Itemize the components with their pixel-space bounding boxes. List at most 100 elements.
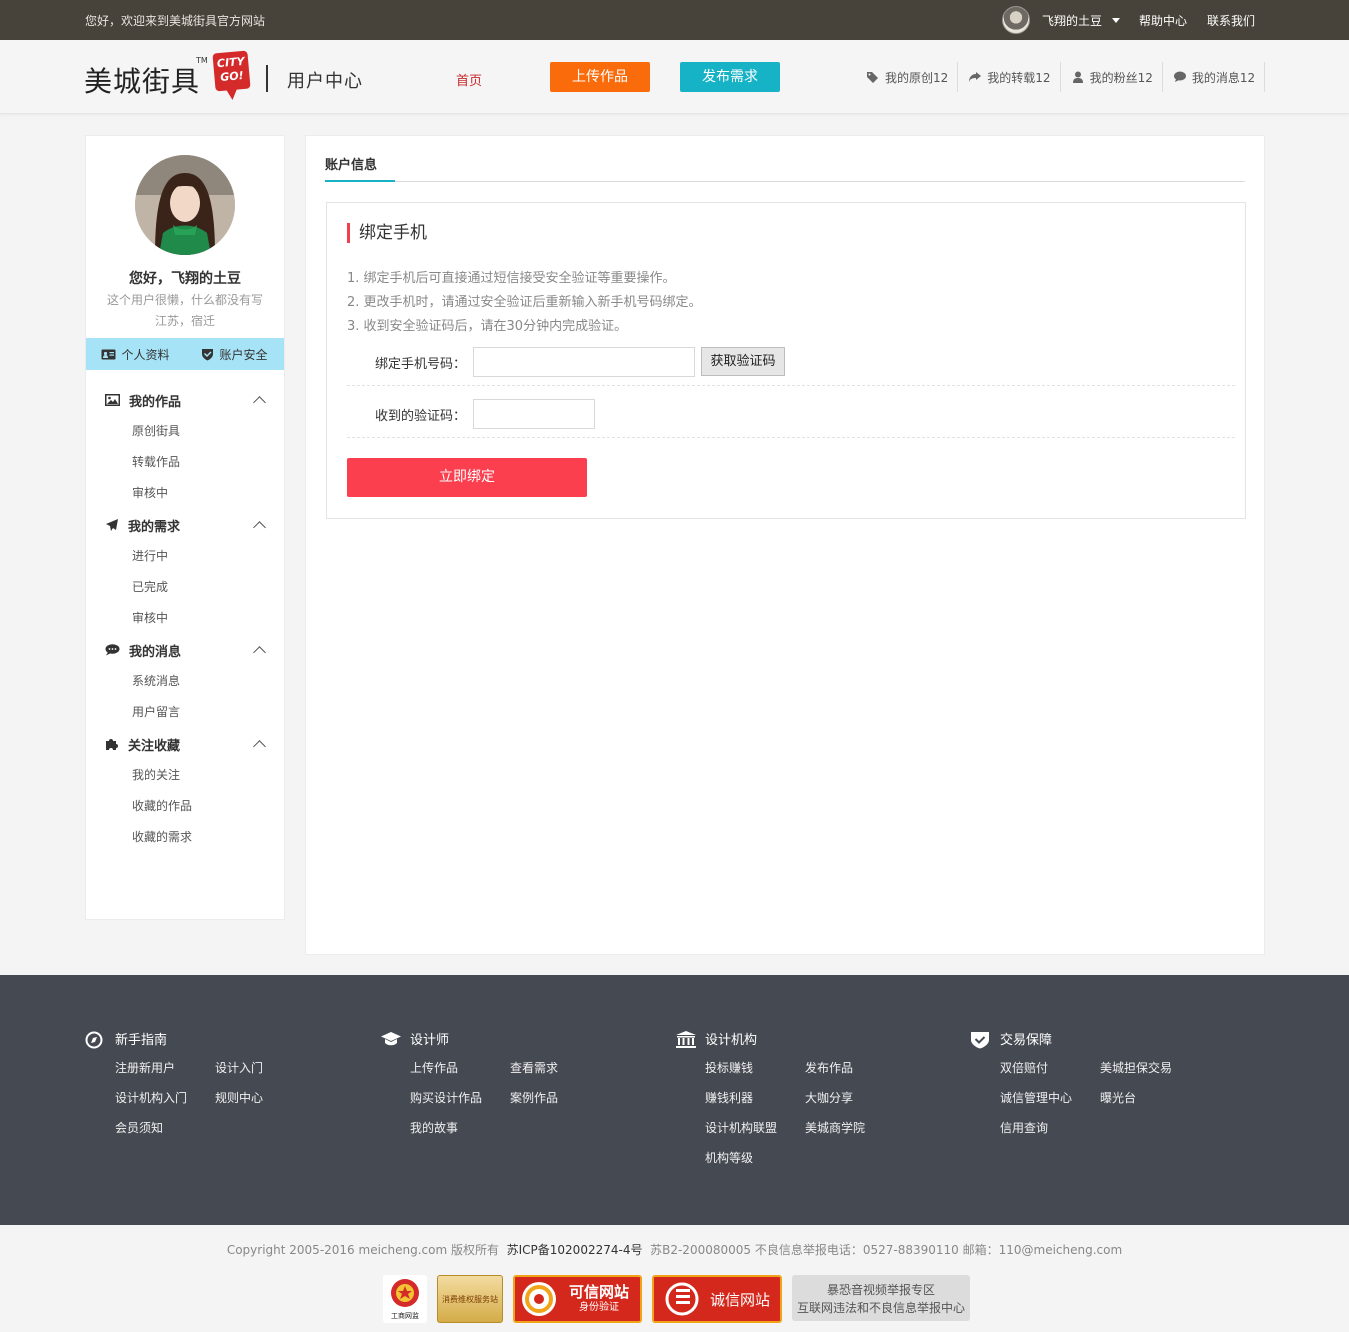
tab-account-info[interactable]: 账户信息 bbox=[325, 154, 377, 173]
send-icon bbox=[106, 519, 118, 531]
copyright-text: Copyright 2005-2016 meicheng.com 版权所有 bbox=[226, 1243, 499, 1257]
chevron-up-icon[interactable] bbox=[253, 521, 266, 534]
graduation-cap-icon bbox=[381, 1032, 401, 1046]
footer-link[interactable]: 赚钱利器 bbox=[705, 1089, 805, 1107]
footer-col-guide-title: 新手指南 bbox=[115, 1033, 168, 1048]
sidebar-group-favorites[interactable]: 关注收藏 bbox=[86, 728, 284, 760]
sidebar-group-demands[interactable]: 我的需求 bbox=[86, 509, 284, 541]
footer-link[interactable]: 案例作品 bbox=[510, 1089, 610, 1107]
tab-security-label: 账户安全 bbox=[219, 347, 268, 362]
chevron-up-icon[interactable] bbox=[253, 646, 266, 659]
footer-link[interactable]: 曝光台 bbox=[1100, 1089, 1200, 1107]
footer-link[interactable]: 双倍赔付 bbox=[1000, 1059, 1100, 1077]
footer-link[interactable]: 美城担保交易 bbox=[1100, 1059, 1200, 1077]
bind-phone-title: 绑定手机 bbox=[347, 223, 427, 243]
sidebar-item-fav-works[interactable]: 收藏的作品 bbox=[86, 791, 284, 822]
footer-link[interactable]: 会员须知 bbox=[115, 1119, 215, 1137]
report-line2: 互联网违法和不良信息举报中心 bbox=[796, 1301, 965, 1315]
stat-messages[interactable]: 我的消息12 bbox=[1163, 62, 1266, 92]
sidebar-group-works[interactable]: 我的作品 bbox=[86, 384, 284, 416]
shield-icon bbox=[202, 348, 214, 360]
footer-link[interactable]: 我的故事 bbox=[410, 1119, 510, 1137]
footer-link[interactable]: 诚信管理中心 bbox=[1000, 1089, 1100, 1107]
sidebar-item-in-progress[interactable]: 进行中 bbox=[86, 541, 284, 572]
sidebar: 您好，飞翔的土豆 这个用户很懒，什么都没有写 江苏，宿迁 个人资料 账户安全 我… bbox=[85, 135, 285, 920]
chevron-up-icon[interactable] bbox=[253, 396, 266, 409]
user-menu[interactable]: 飞翔的土豆 bbox=[1002, 6, 1121, 34]
sidebar-item-system-messages[interactable]: 系统消息 bbox=[86, 666, 284, 697]
tab-profile-label: 个人资料 bbox=[121, 347, 170, 362]
sidebar-item-original[interactable]: 原创街具 bbox=[86, 416, 284, 447]
chat-icon bbox=[105, 644, 120, 656]
sidebar-item-completed[interactable]: 已完成 bbox=[86, 572, 284, 603]
puzzle-icon bbox=[106, 739, 118, 750]
user-stats: 我的原创12 我的转载12 我的粉丝12 我的消息12 bbox=[856, 62, 1266, 92]
caret-down-icon[interactable] bbox=[1112, 17, 1121, 23]
icp-number[interactable]: 苏ICP备102002274-4号 bbox=[507, 1243, 643, 1257]
chengxin-logo-icon bbox=[658, 1281, 706, 1317]
comment-icon bbox=[1173, 71, 1186, 82]
chevron-up-icon[interactable] bbox=[253, 740, 266, 753]
stat-originals[interactable]: 我的原创12 bbox=[856, 62, 959, 92]
help-center-link[interactable]: 帮助中心 bbox=[1139, 12, 1187, 29]
logo-text[interactable]: 美城街具 bbox=[84, 60, 200, 100]
footer-link[interactable]: 信用查询 bbox=[1000, 1119, 1100, 1137]
get-code-button[interactable]: 获取验证码 bbox=[701, 347, 785, 376]
code-label: 收到的验证码： bbox=[375, 409, 467, 424]
share-icon bbox=[969, 72, 982, 82]
footer-link[interactable]: 上传作品 bbox=[410, 1059, 510, 1077]
code-input[interactable] bbox=[473, 399, 595, 429]
sidebar-item-my-follows[interactable]: 我的关注 bbox=[86, 760, 284, 791]
contact-us-link[interactable]: 联系我们 bbox=[1207, 12, 1255, 29]
sidebar-motto: 这个用户很懒，什么都没有写 bbox=[106, 293, 263, 307]
user-icon bbox=[1072, 71, 1083, 83]
footer-link[interactable]: 大咖分享 bbox=[805, 1089, 905, 1107]
tab-security[interactable]: 账户安全 bbox=[185, 338, 284, 370]
stat-messages-label: 我的消息12 bbox=[1191, 70, 1256, 85]
footer-link[interactable]: 设计入门 bbox=[215, 1059, 315, 1077]
footer-link[interactable]: 规则中心 bbox=[215, 1089, 315, 1107]
phone-input[interactable] bbox=[473, 347, 695, 377]
header: 美城街具 TM CITY GO! 用户中心 首页 上传作品 发布需求 我的原创1… bbox=[0, 40, 1349, 114]
footer-link[interactable]: 注册新用户 bbox=[115, 1059, 215, 1077]
avatar[interactable] bbox=[135, 155, 235, 255]
logo-badge[interactable]: CITY GO! bbox=[212, 50, 251, 92]
consumer-rights-badge[interactable]: 消费维权服务站 bbox=[437, 1275, 503, 1323]
gongshang-badge[interactable]: 工商网监 bbox=[383, 1275, 427, 1323]
report-center-badge[interactable]: 暴恐音视频举报专区 互联网违法和不良信息举报中心 bbox=[792, 1275, 970, 1321]
sidebar-item-reposted[interactable]: 转载作品 bbox=[86, 447, 284, 478]
footer-link[interactable]: 美城商学院 bbox=[805, 1119, 905, 1137]
username[interactable]: 飞翔的土豆 bbox=[1042, 12, 1102, 29]
footer-link[interactable]: 发布作品 bbox=[805, 1059, 905, 1077]
footer-link[interactable]: 投标赚钱 bbox=[705, 1059, 805, 1077]
stat-fans[interactable]: 我的粉丝12 bbox=[1061, 62, 1163, 92]
kexin-badge[interactable]: 可信网站 身份验证 bbox=[513, 1275, 642, 1323]
sidebar-item-demands-reviewing[interactable]: 审核中 bbox=[86, 603, 284, 634]
stat-reposts[interactable]: 我的转载12 bbox=[958, 62, 1061, 92]
profile-tabs: 个人资料 账户安全 bbox=[86, 338, 284, 370]
footer-link[interactable]: 设计机构联盟 bbox=[705, 1119, 805, 1137]
footer-link[interactable]: 机构等级 bbox=[705, 1149, 805, 1167]
sidebar-item-works-reviewing[interactable]: 审核中 bbox=[86, 478, 284, 509]
publish-demand-button[interactable]: 发布需求 bbox=[680, 62, 780, 92]
sidebar-item-fav-demands[interactable]: 收藏的需求 bbox=[86, 822, 284, 853]
footer-link[interactable]: 购买设计作品 bbox=[410, 1089, 510, 1107]
footer-col-guide: 新手指南 注册新用户 设计入门 设计机构入门 规则中心 会员须知 bbox=[85, 1031, 375, 1137]
stat-originals-label: 我的原创12 bbox=[885, 70, 949, 85]
bind-now-button[interactable]: 立即绑定 bbox=[347, 458, 587, 497]
sidebar-item-user-comments[interactable]: 用户留言 bbox=[86, 697, 284, 728]
bank-icon bbox=[676, 1031, 696, 1048]
phone-label: 绑定手机号码： bbox=[375, 357, 467, 372]
upload-work-button[interactable]: 上传作品 bbox=[550, 62, 650, 92]
license-text: 苏B2-200080005 不良信息举报电话：0527-88390110 邮箱：… bbox=[650, 1243, 1123, 1257]
user-avatar-small[interactable] bbox=[1002, 6, 1030, 34]
footer-link[interactable]: 查看需求 bbox=[510, 1059, 610, 1077]
kexin-logo-icon bbox=[522, 1282, 556, 1316]
chengxin-badge[interactable]: 诚信网站 bbox=[652, 1275, 782, 1323]
footer-link[interactable]: 设计机构入门 bbox=[115, 1089, 215, 1107]
sidebar-group-messages[interactable]: 我的消息 bbox=[86, 634, 284, 666]
nav-home-link[interactable]: 首页 bbox=[456, 70, 482, 89]
sidebar-greeting: 您好，飞翔的土豆 bbox=[129, 271, 241, 287]
tab-profile[interactable]: 个人资料 bbox=[86, 338, 185, 370]
trust-badges: 工商网监 消费维权服务站 可信网站 身份验证 诚信网站 暴恐音视频举报专区 互联… bbox=[383, 1275, 980, 1323]
